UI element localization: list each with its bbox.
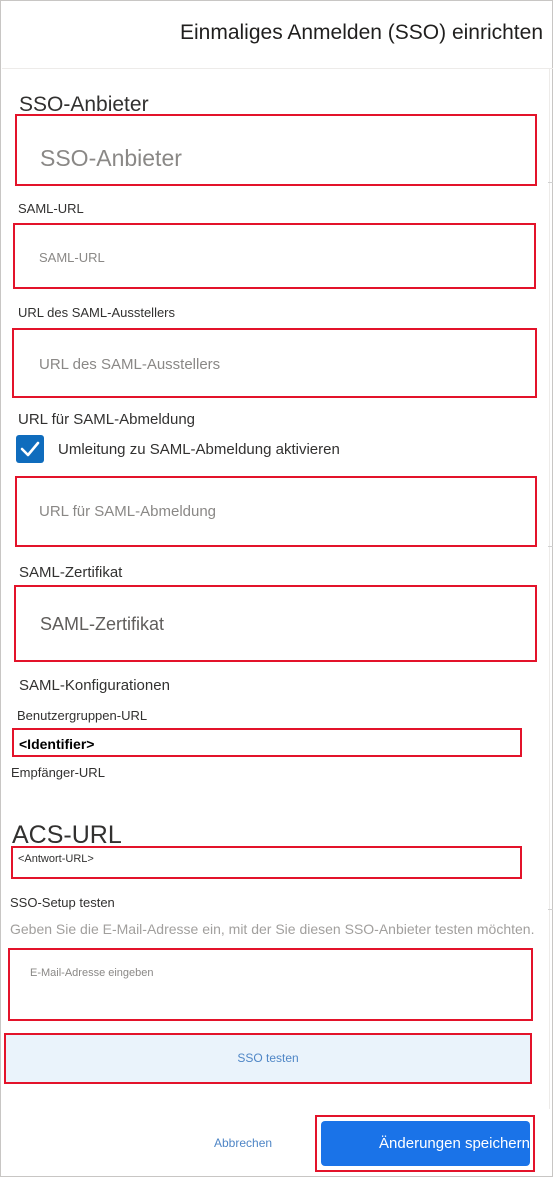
scrollbar-tick (548, 546, 553, 547)
saml-url-placeholder: SAML-URL (39, 250, 105, 265)
identifier-field[interactable]: <Identifier> (12, 728, 522, 757)
saml-url-label: SAML-URL (18, 201, 84, 216)
checkmark-icon (20, 441, 40, 457)
test-sso-button-label: SSO testen (237, 1051, 299, 1065)
test-description: Geben Sie die E-Mail-Adresse ein, mit de… (10, 921, 535, 937)
reply-url-value: <Antwort-URL> (18, 853, 94, 865)
panel-title: Einmaliges Anmelden (SSO) einrichten (179, 21, 543, 44)
test-heading: SSO-Setup testen (10, 895, 115, 910)
configurations-heading: SAML-Konfigurationen (19, 677, 170, 694)
user-groups-url-label: Benutzergruppen-URL (17, 708, 148, 723)
email-placeholder: E-Mail-Adresse eingeben (30, 967, 154, 979)
certificate-label: SAML-Zertifikat (19, 564, 123, 581)
provider-input[interactable]: SSO-Anbieter (15, 114, 537, 186)
recipient-url-label: Empfänger-URL (11, 765, 105, 780)
scrollbar[interactable] (549, 69, 552, 1109)
sso-setup-panel: Einmaliges Anmelden (SSO) einrichten SSO… (0, 0, 553, 1177)
issuer-url-label: URL des SAML-Ausstellers (18, 305, 176, 320)
reply-url-field[interactable]: <Antwort-URL> (11, 846, 522, 879)
email-input[interactable]: E-Mail-Adresse eingeben (8, 948, 533, 1021)
identifier-value: <Identifier> (19, 736, 95, 752)
panel-header: Einmaliges Anmelden (SSO) einrichten (2, 1, 553, 69)
logout-redirect-label: Umleitung zu SAML-Abmeldung aktivieren (58, 441, 340, 458)
certificate-input[interactable]: SAML-Zertifikat (14, 585, 537, 662)
issuer-url-input[interactable]: URL des SAML-Ausstellers (12, 328, 537, 398)
logout-redirect-checkbox[interactable] (16, 435, 44, 463)
issuer-url-placeholder: URL des SAML-Ausstellers (39, 356, 221, 373)
save-button-label: Änderungen speichern (379, 1135, 530, 1152)
save-button[interactable]: Änderungen speichern (321, 1121, 530, 1166)
cancel-button[interactable]: Abbrechen (214, 1136, 272, 1150)
test-sso-button[interactable]: SSO testen (4, 1033, 532, 1084)
scrollbar-tick (548, 909, 553, 910)
logout-url-label: URL für SAML-Abmeldung (18, 411, 196, 428)
logout-url-input[interactable]: URL für SAML-Abmeldung (15, 476, 537, 547)
provider-placeholder: SSO-Anbieter (40, 145, 182, 171)
certificate-placeholder: SAML-Zertifikat (40, 614, 165, 634)
saml-url-input[interactable]: SAML-URL (13, 223, 536, 289)
logout-url-placeholder: URL für SAML-Abmeldung (39, 503, 217, 520)
scrollbar-tick (548, 182, 553, 183)
